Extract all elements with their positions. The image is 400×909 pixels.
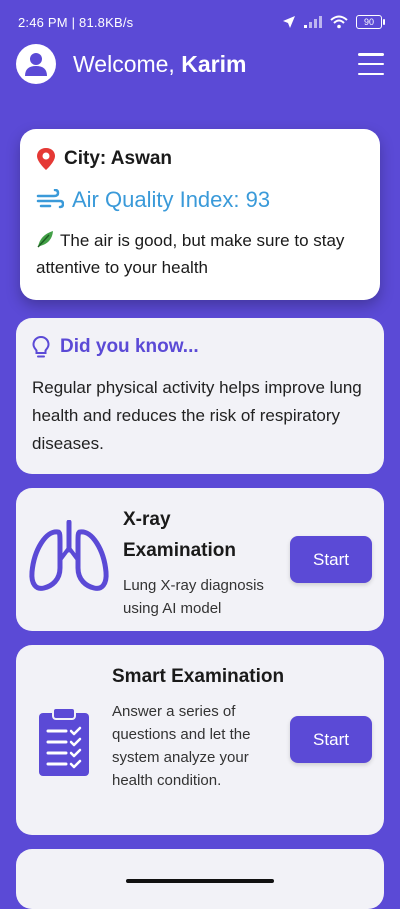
smart-start-button[interactable]: Start — [290, 716, 372, 763]
welcome-prefix: Welcome, — [73, 50, 175, 77]
aqi-row: Air Quality Index: 93 — [36, 187, 364, 213]
air-note-text: The air is good, but make sure to stay a… — [36, 231, 345, 277]
lightbulb-icon — [32, 336, 50, 358]
air-quality-card: City: Aswan Air Quality Index: 93 The ai… — [20, 129, 380, 300]
aqi-label: Air Quality Index: 93 — [72, 187, 271, 212]
xray-start-button[interactable]: Start — [290, 536, 372, 583]
status-bar: 2:46 PM | 81.8KB/s 90 — [0, 0, 400, 44]
menu-line — [358, 72, 384, 75]
menu-button[interactable] — [358, 53, 384, 75]
signal-icon — [304, 16, 322, 28]
welcome-text: Welcome, Karim — [73, 51, 246, 78]
xray-exam-card[interactable]: X-ray Examination Lung X-ray diagnosis u… — [16, 488, 384, 631]
tip-body: Regular physical activity helps improve … — [32, 378, 362, 453]
exam-title: Smart Examination — [112, 666, 285, 687]
user-name: Karim — [181, 50, 247, 77]
tip-title: Did you know... — [60, 336, 199, 357]
exam-description: Lung X-ray diagnosis using AI model — [123, 577, 264, 617]
smart-exam-card[interactable]: Smart Examination Answer a series of que… — [16, 645, 384, 835]
did-you-know-card: Did you know... Regular physical activit… — [16, 318, 384, 474]
battery-icon: 90 — [356, 15, 385, 29]
location-arrow-icon — [283, 16, 295, 28]
herb-leaf-icon — [37, 231, 53, 248]
avatar[interactable] — [16, 44, 56, 84]
exam-title: X-ray Examination — [123, 509, 236, 561]
lungs-icon — [28, 519, 110, 599]
wind-icon — [36, 189, 64, 209]
tip-title-row: Did you know... — [32, 336, 368, 358]
air-note: The air is good, but make sure to stay a… — [36, 227, 364, 281]
clipboard-checklist-icon — [38, 707, 90, 782]
city-label: City: Aswan — [64, 148, 173, 169]
status-time: 2:46 PM | 81.8KB/s — [18, 14, 134, 30]
home-indicator[interactable] — [126, 879, 274, 883]
exam-description: Answer a series of questions and let the… — [112, 703, 251, 789]
app-header: Welcome, Karim — [0, 44, 400, 84]
xray-exam-text: X-ray Examination Lung X-ray diagnosis u… — [123, 504, 288, 620]
smart-exam-text: Smart Examination Answer a series of que… — [112, 661, 290, 792]
city-row: City: Aswan — [36, 147, 364, 171]
location-pin-icon — [37, 148, 55, 170]
menu-line — [358, 53, 384, 56]
menu-line — [358, 62, 384, 66]
status-icons: 90 — [282, 15, 385, 29]
user-icon — [25, 53, 47, 76]
wifi-icon — [330, 15, 348, 29]
